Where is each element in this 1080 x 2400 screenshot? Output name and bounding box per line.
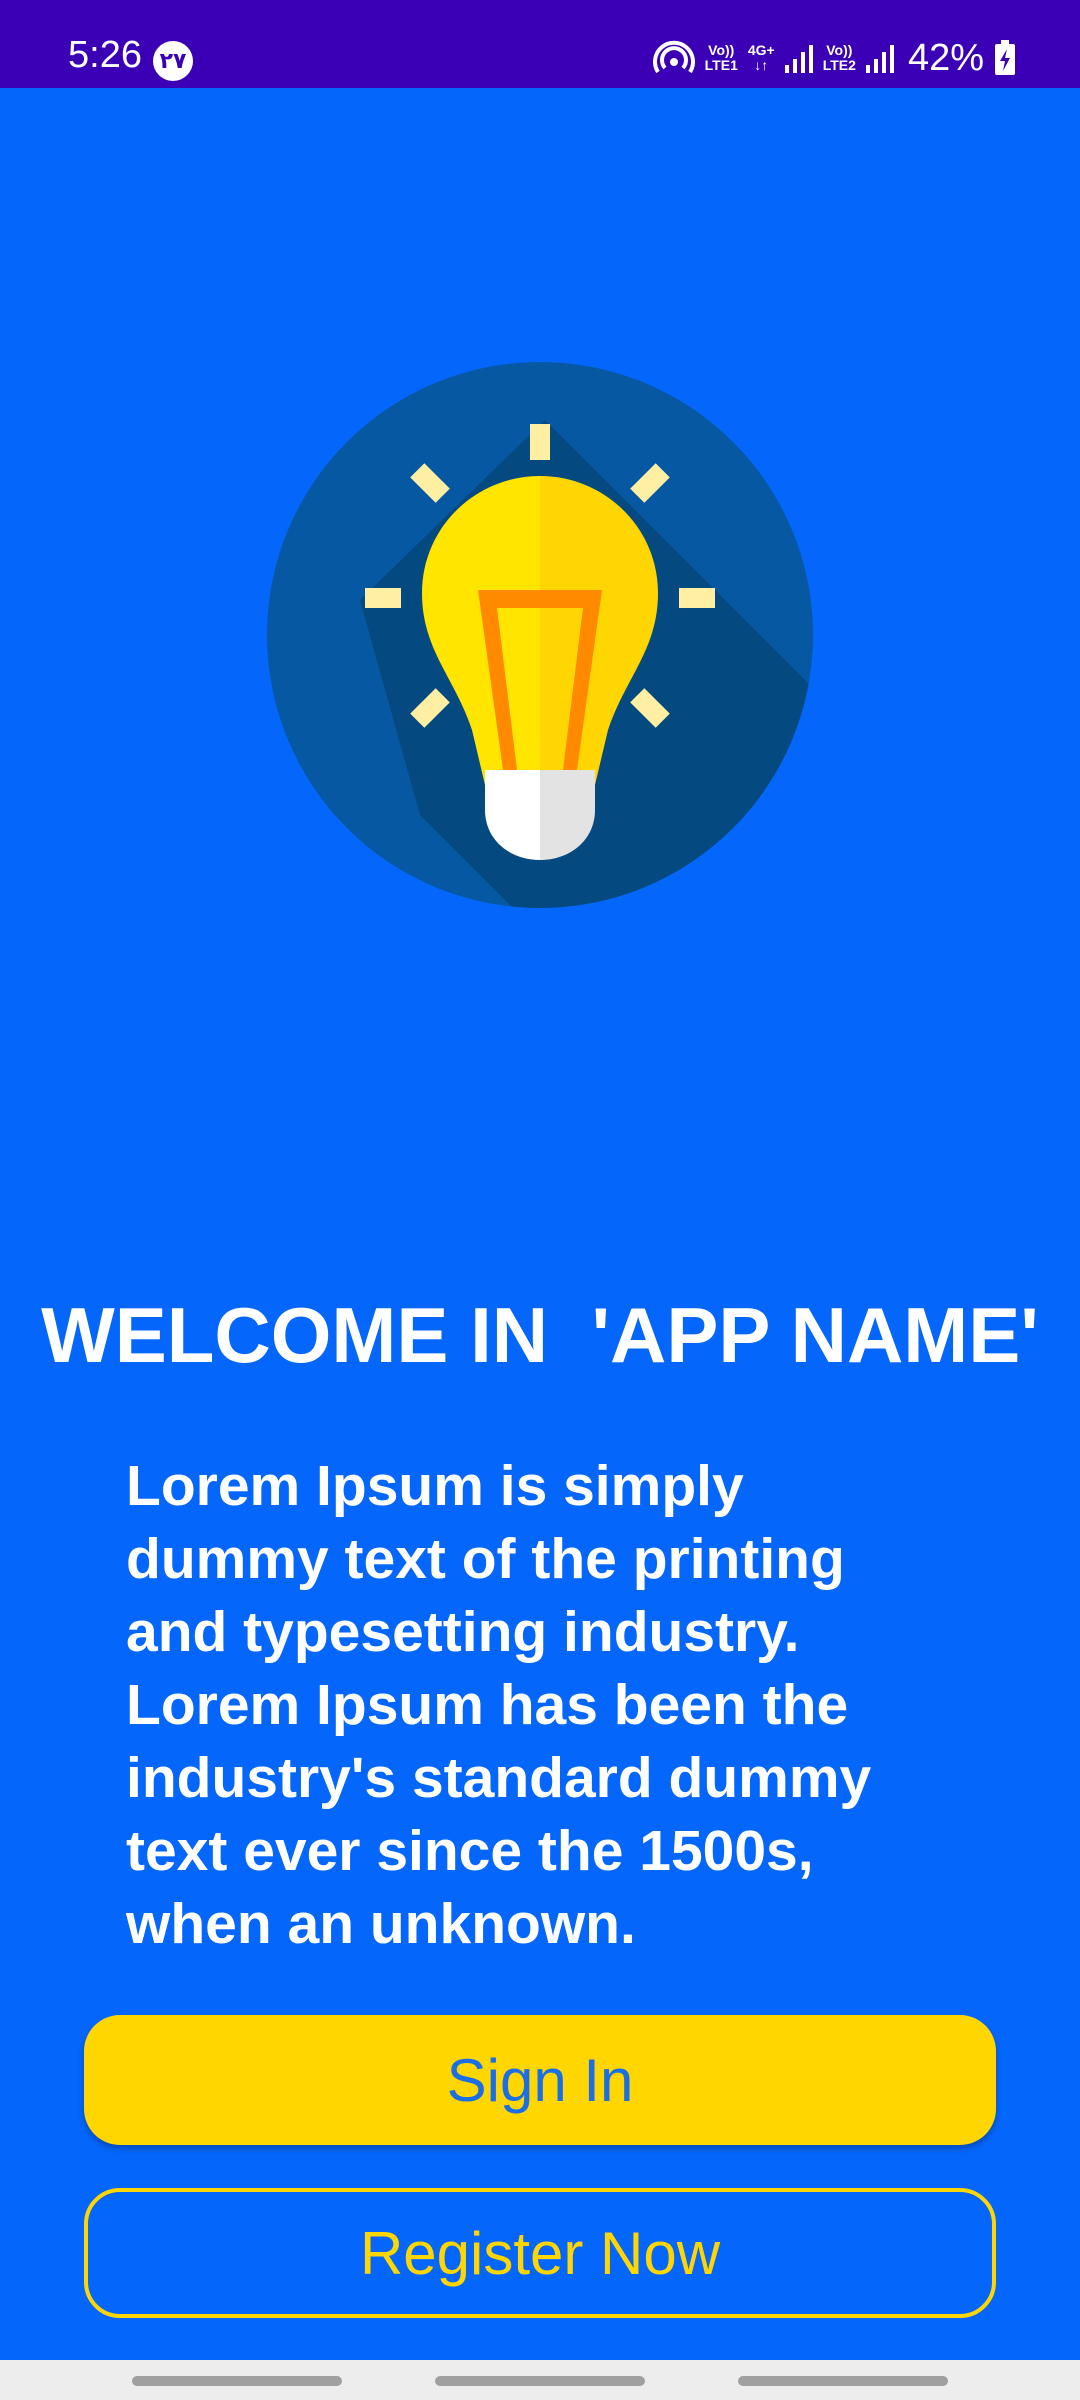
nav-back-handle[interactable] xyxy=(738,2376,948,2386)
light-bulb-illustration xyxy=(265,360,815,910)
notification-badge: ٢٧ xyxy=(153,41,193,81)
status-icons: Vo)) LTE1 4G+ ↓↑ Vo)) LTE2 42% xyxy=(652,34,1016,82)
light-bulb-icon xyxy=(267,362,813,908)
data-label: 4G+ ↓↑ xyxy=(747,42,775,73)
sign-in-button[interactable]: Sign In xyxy=(84,2015,996,2145)
status-bar: 5:26 ٢٧ Vo)) LTE1 4G+ ↓↑ Vo)) LTE2 42% xyxy=(0,0,1080,88)
navigation-bar xyxy=(0,2360,1080,2400)
register-now-button[interactable]: Register Now xyxy=(84,2188,996,2318)
welcome-title: WELCOME IN 'APP NAME' xyxy=(41,1291,1039,1379)
sim1-label: Vo)) LTE1 xyxy=(704,42,738,73)
status-time: 5:26 xyxy=(68,34,142,76)
signal-icon xyxy=(865,43,894,73)
nav-home-handle[interactable] xyxy=(435,2376,645,2386)
welcome-description: Lorem Ipsum is simply dummy text of the … xyxy=(126,1454,872,1956)
nav-recents-handle[interactable] xyxy=(132,2376,342,2386)
signal-icon xyxy=(784,43,813,73)
battery-charging-icon xyxy=(994,40,1016,76)
battery-percent: 42% xyxy=(907,36,984,79)
hotspot-icon xyxy=(652,40,695,76)
sim2-label: Vo)) LTE2 xyxy=(822,42,856,73)
